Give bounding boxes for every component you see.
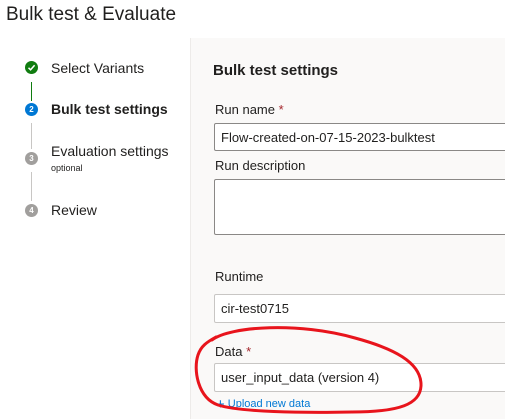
step-label: Bulk test settings	[51, 101, 168, 117]
page-title: Bulk test & Evaluate	[6, 4, 177, 25]
step-number-badge: 3	[25, 152, 38, 165]
required-marker: *	[246, 344, 252, 359]
required-marker: *	[278, 102, 284, 117]
upload-new-data-link[interactable]: + Upload new data	[216, 395, 311, 413]
label-text: Run name	[215, 102, 275, 117]
label-text: Data	[215, 344, 243, 359]
step-connector	[31, 172, 32, 201]
input-value: Flow-created-on-07-15-2023-bulktest	[221, 129, 435, 145]
checkmark-icon	[25, 61, 38, 74]
run-name-label: Run name *	[215, 102, 284, 117]
run-description-textarea[interactable]	[214, 179, 505, 235]
data-dropdown[interactable]: user_input_data (version 4)	[214, 363, 505, 392]
section-title: Bulk test settings	[213, 62, 339, 79]
step-number-badge: 4	[25, 204, 38, 217]
step-sublabel: optional	[51, 163, 83, 173]
wizard-steps-panel	[0, 38, 190, 419]
dropdown-value: user_input_data (version 4)	[221, 370, 380, 385]
upload-label: Upload new data	[227, 398, 311, 410]
step-connector	[31, 123, 32, 149]
run-description-label: Run description	[215, 158, 306, 173]
step-label: Evaluation settings	[51, 143, 169, 159]
runtime-label: Runtime	[215, 269, 264, 284]
run-name-input[interactable]: Flow-created-on-07-15-2023-bulktest	[214, 123, 505, 151]
step-connector	[31, 82, 32, 101]
step-label: Review	[51, 202, 97, 218]
step-label: Select Variants	[51, 60, 145, 76]
runtime-dropdown[interactable]: cir-test0715	[214, 294, 505, 323]
step-number-badge: 2	[25, 103, 38, 116]
plus-icon: +	[216, 395, 225, 413]
dropdown-value: cir-test0715	[221, 301, 289, 316]
data-label: Data *	[215, 344, 251, 359]
